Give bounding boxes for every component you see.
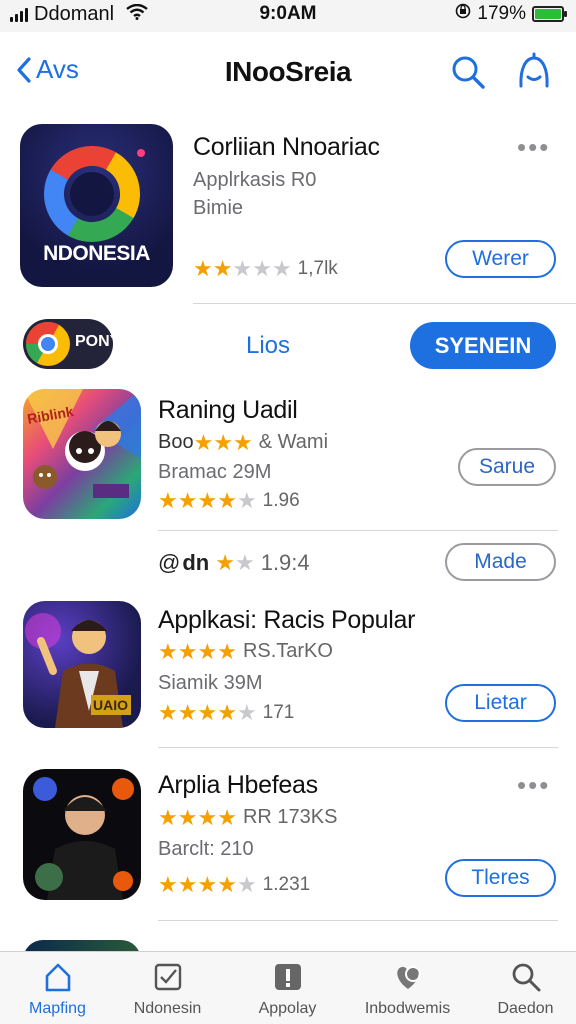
tab-label: Ndonesin	[133, 1000, 202, 1017]
tab-appolay[interactable]: Appolay	[230, 952, 345, 1024]
featured-app-category: Bimie	[193, 197, 244, 219]
status-right: 179%	[455, 3, 567, 25]
status-bar: Ddomanl 9:0AM 179%	[0, 0, 576, 32]
app-icon	[274, 964, 301, 990]
page-title: INooSreia	[224, 56, 352, 87]
featured-icon-text: NDONESIA	[43, 242, 150, 265]
app-subtitle-suffix: & Wami	[258, 431, 329, 453]
app-subtitle-prefix: Boo	[158, 431, 194, 453]
app-action-button[interactable]: Made	[445, 543, 556, 581]
search-button[interactable]	[448, 52, 488, 92]
star-icon: ★	[193, 256, 213, 281]
app-name: Applkasi: Racis Popular	[158, 606, 416, 634]
home-icon	[45, 963, 70, 992]
portrait-illustration	[33, 777, 134, 900]
app-size: Siamik 39M	[158, 672, 263, 694]
account-icon	[519, 52, 549, 88]
tab-label: Appolay	[258, 1000, 317, 1017]
account-button[interactable]	[514, 52, 554, 92]
app-rating-count: 1.96	[262, 490, 300, 511]
more-options-icon[interactable]: •••	[517, 132, 550, 163]
divider	[158, 920, 558, 921]
star-icon: ★	[252, 256, 272, 281]
checkbox-icon	[154, 963, 181, 991]
divider	[158, 530, 558, 531]
tab-mapfing[interactable]: Mapfing	[0, 952, 115, 1024]
app-compact-row: @ dn ★ ★ 1.9:4	[158, 550, 310, 575]
app-action-button[interactable]: Sarue	[458, 448, 556, 486]
app-rating: ★ ★ ★ ★ ★ 171	[158, 700, 295, 725]
banner-badge[interactable]: PONY	[23, 319, 113, 369]
app-subtitle-line: ★ ★ ★ ★ RR 173KS	[158, 804, 338, 830]
app-subtitle-suffix: RR 173KS	[242, 806, 338, 828]
search-icon	[512, 963, 540, 992]
tab-bar: Mapfing Ndonesin Appolay Inbodwemis Daed…	[0, 951, 576, 1024]
featured-app-subtitle: Applrkasis R0	[193, 169, 317, 191]
banner-primary-button[interactable]: SYENEIN	[410, 322, 556, 369]
app-name: Raning Uadil	[158, 396, 298, 424]
app-action-button[interactable]: Lietar	[445, 684, 556, 722]
app-icon-racis[interactable]: UAIO	[23, 601, 141, 728]
app-subtitle-prefix: dn	[182, 550, 210, 575]
featured-rating-count: 1,7lk	[297, 258, 338, 279]
tab-label: Daedon	[497, 1000, 554, 1017]
banner-badge-text: PONY	[75, 333, 113, 350]
app-icon-text: UAIO	[93, 697, 128, 713]
divider	[193, 303, 576, 304]
star-icon: ★	[232, 256, 253, 281]
app-rating: ★ ★ ★ ★ ★ 1.231	[158, 872, 311, 897]
heart-search-icon	[396, 966, 421, 989]
app-rating-count: 171	[262, 702, 295, 723]
featured-rating: ★ ★ ★ ★ ★ 1,7lk	[193, 258, 338, 280]
at-sign-icon: @	[158, 550, 181, 575]
tab-inbodwemis[interactable]: Inbodwemis	[350, 952, 465, 1024]
divider	[158, 747, 558, 748]
star-icon: ★	[271, 256, 292, 281]
banner-link[interactable]: Lios	[246, 332, 290, 360]
app-rating-count: 1.231	[262, 874, 311, 895]
star-icon: ★★★	[193, 429, 253, 455]
app-size: Bramac 29M	[158, 461, 272, 483]
star-icon: ★	[212, 256, 233, 281]
app-name: Arplia Hbefeas	[158, 771, 318, 799]
battery-percent: 179%	[477, 3, 526, 24]
tab-label: Mapfing	[29, 1000, 86, 1017]
tab-label: Inbodwemis	[364, 1000, 451, 1017]
featured-get-button[interactable]: Werer	[445, 240, 556, 278]
tab-ndonesin[interactable]: Ndonesin	[110, 952, 225, 1024]
app-rating: ★ ★ ★ ★ ★ 1.96	[158, 488, 300, 513]
more-options-icon[interactable]: •••	[517, 770, 550, 801]
app-subtitle-line: Boo ★★★ & Wami	[158, 431, 328, 454]
orientation-lock-icon	[455, 3, 471, 25]
app-subtitle-suffix: RS.TarKO	[242, 640, 333, 662]
app-action-button[interactable]: Tleres	[445, 859, 556, 897]
featured-app-name: Corliian Nnoariac	[193, 133, 380, 161]
app-rating-count: 1.9:4	[260, 550, 310, 575]
app-subtitle-line: ★ ★ ★ ★ RS.TarKO	[158, 638, 333, 664]
search-icon	[452, 56, 485, 89]
navigation-bar: Avs INooSreia	[0, 32, 576, 112]
battery-icon	[532, 6, 567, 22]
chrome-like-icon	[26, 322, 70, 366]
app-size: Barclt: 210	[158, 838, 254, 860]
app-icon-raning[interactable]: Riblink	[23, 389, 141, 519]
app-icon-arplia[interactable]	[23, 769, 141, 900]
tab-daedon[interactable]: Daedon	[468, 952, 576, 1024]
featured-app-icon[interactable]: NDONESIA	[20, 124, 173, 287]
